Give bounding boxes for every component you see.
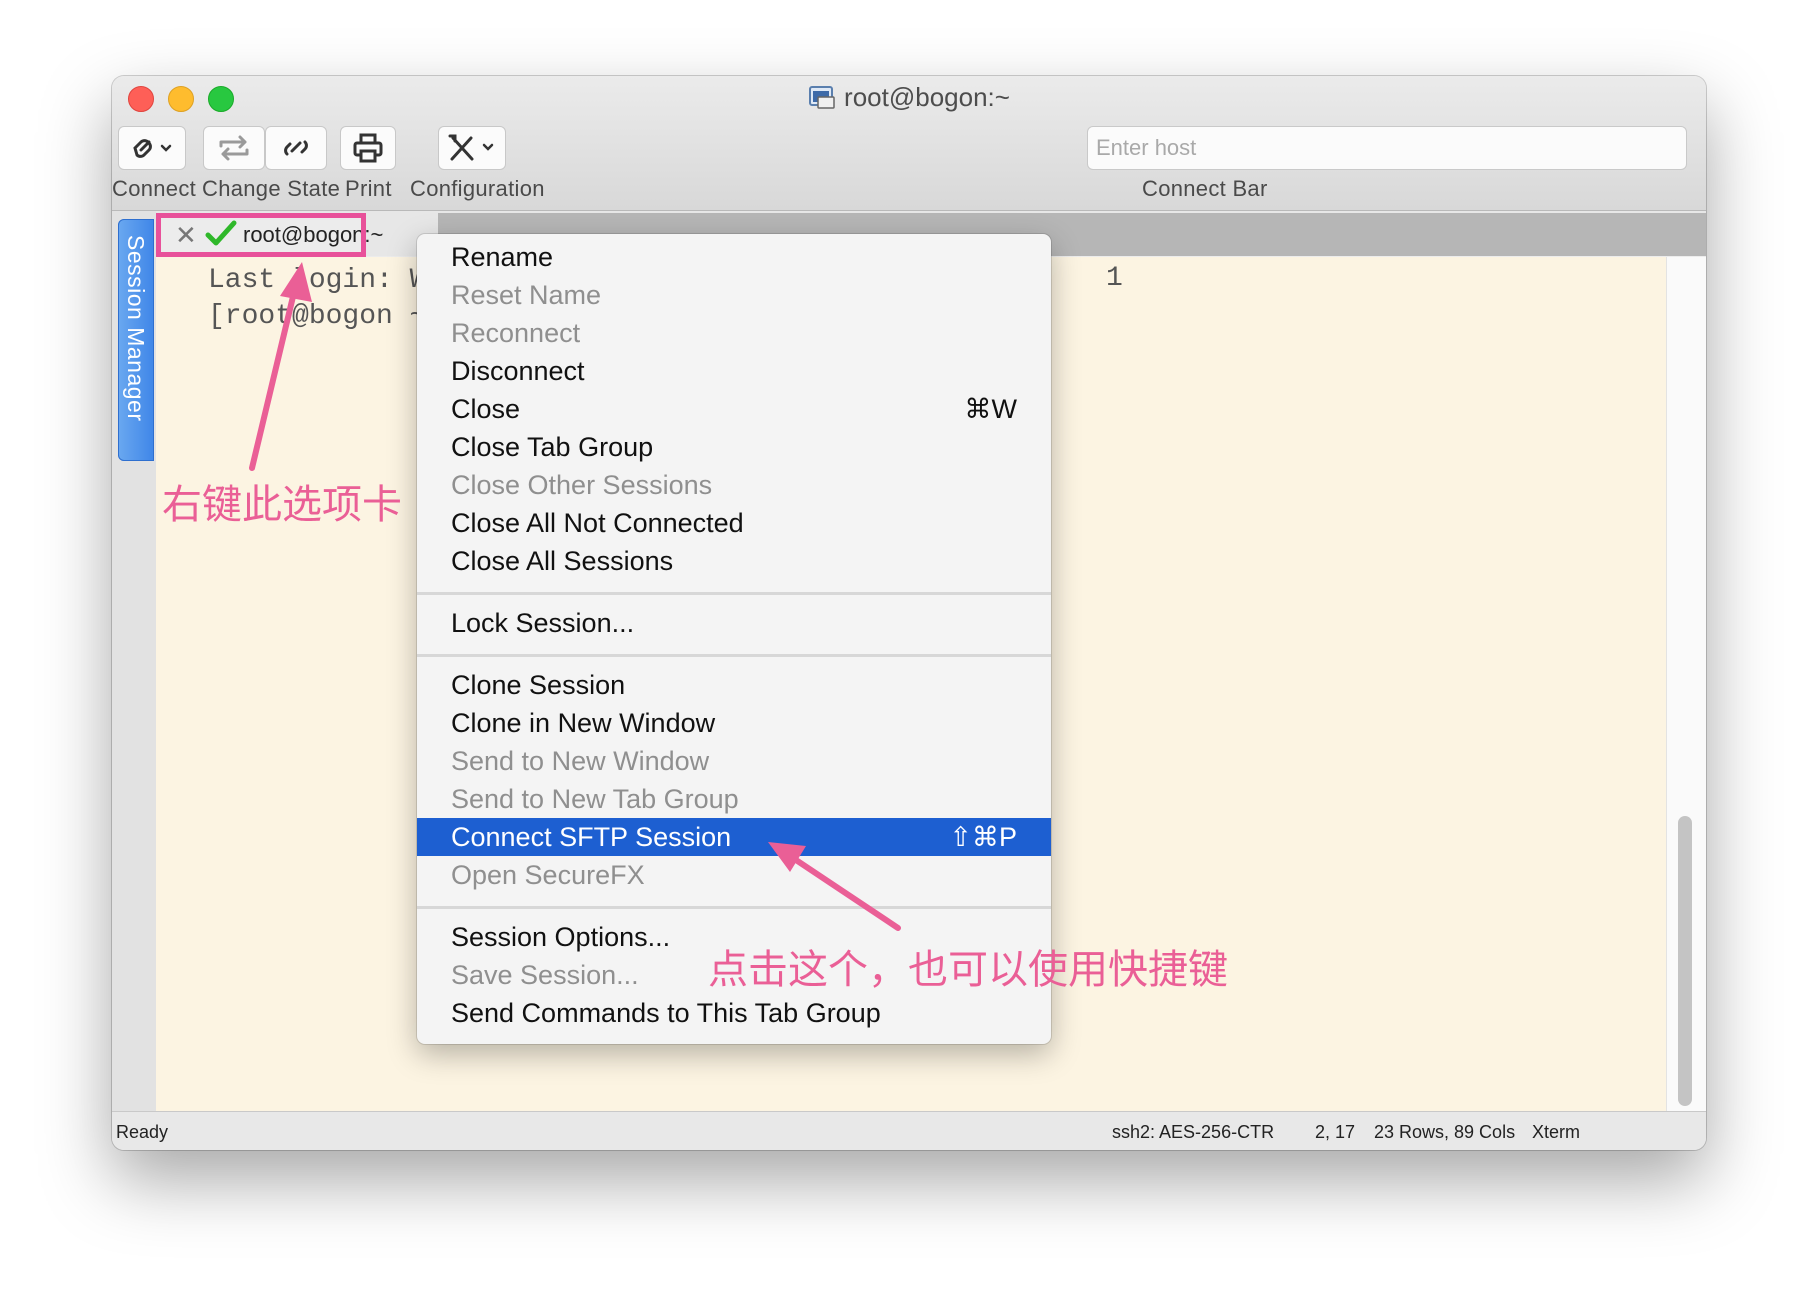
status-size: 23 Rows, 89 Cols bbox=[1374, 1122, 1516, 1142]
connect-button[interactable] bbox=[118, 126, 186, 170]
window-title: root@bogon:~ bbox=[112, 82, 1706, 113]
menu-item-close-all-not-connected[interactable]: Close All Not Connected bbox=[417, 504, 1051, 542]
connected-check-icon bbox=[205, 220, 237, 246]
window-title-text: root@bogon:~ bbox=[844, 82, 1010, 112]
change-state-button[interactable] bbox=[203, 126, 265, 170]
menu-item-rename[interactable]: Rename bbox=[417, 238, 1051, 276]
menu-shortcut-sftp: ⇧⌘P bbox=[949, 822, 1017, 852]
status-cipher: ssh2: AES-256-CTR bbox=[1112, 1122, 1275, 1142]
annotation-right-click-tab: 右键此选项卡 bbox=[162, 482, 402, 528]
menu-item-disconnect[interactable]: Disconnect bbox=[417, 352, 1051, 390]
connect-bar-label: Connect Bar bbox=[1142, 176, 1268, 201]
menu-separator bbox=[417, 906, 1051, 909]
status-text: Ready bbox=[116, 1122, 169, 1142]
print-icon bbox=[353, 133, 383, 163]
menu-item-send-to-new-tab-group: Send to New Tab Group bbox=[451, 784, 739, 814]
menu-item-close-tab-group[interactable]: Close Tab Group bbox=[417, 428, 1051, 466]
menu-item-clone-in-new-window[interactable]: Clone in New Window bbox=[417, 704, 1051, 742]
configuration-button[interactable] bbox=[438, 126, 506, 170]
host-input[interactable] bbox=[1087, 126, 1687, 170]
menu-item-close-all-sessions[interactable]: Close All Sessions bbox=[417, 542, 1051, 580]
menu-item-reconnect: Reconnect bbox=[451, 318, 581, 348]
terminal-line-1-tail: 1 bbox=[1106, 263, 1123, 294]
reconnect-link-icon bbox=[284, 140, 308, 156]
connect-link-icon bbox=[133, 139, 172, 158]
close-tab-icon[interactable]: ✕ bbox=[175, 220, 197, 251]
status-cursor: 2, 17 bbox=[1315, 1122, 1356, 1142]
session-tab-label: root@bogon:~ bbox=[243, 222, 384, 247]
menu-item-open-securefx: Open SecureFX bbox=[451, 860, 645, 890]
menu-item-lock-session[interactable]: Lock Session... bbox=[417, 604, 1051, 642]
menu-item-close[interactable]: Close ⌘W bbox=[417, 390, 1051, 428]
menu-separator bbox=[417, 654, 1051, 657]
print-label: Print bbox=[345, 176, 392, 201]
menu-item-connect-sftp-session[interactable]: Connect SFTP Session ⇧⌘P bbox=[417, 818, 1051, 856]
menu-separator bbox=[417, 592, 1051, 595]
status-bar: Ready ssh2: AES-256-CTR 2, 17 23 Rows, 8… bbox=[112, 1111, 1706, 1150]
print-button[interactable] bbox=[340, 126, 396, 170]
session-manager-tab[interactable]: Session Manager bbox=[118, 219, 154, 461]
reconnect-button[interactable] bbox=[265, 126, 327, 170]
configuration-tools-icon bbox=[448, 134, 494, 161]
connect-label: Connect bbox=[112, 176, 197, 201]
terminal-scroll-thumb[interactable] bbox=[1678, 816, 1692, 1106]
menu-item-reset-name: Reset Name bbox=[451, 280, 602, 310]
annotation-click-sftp: 点击这个，也可以使用快捷键 bbox=[708, 947, 1228, 993]
session-manager-label: Session Manager bbox=[123, 235, 149, 422]
title-bar: root@bogon:~ Connect Change State Print … bbox=[112, 76, 1706, 211]
change-state-label: Change State bbox=[202, 176, 341, 201]
configuration-label: Configuration bbox=[410, 176, 545, 201]
menu-item-send-to-new-window: Send to New Window bbox=[451, 746, 710, 776]
change-state-icon bbox=[219, 135, 249, 161]
menu-item-send-commands-to-tab-group[interactable]: Send Commands to This Tab Group bbox=[417, 994, 1051, 1032]
menu-item-close-other-sessions: Close Other Sessions bbox=[451, 470, 713, 500]
menu-shortcut-close: ⌘W bbox=[964, 394, 1017, 424]
tab-context-menu: Rename Reset Name Reconnect Disconnect C… bbox=[417, 234, 1051, 1044]
status-terminal-type: Xterm bbox=[1532, 1122, 1581, 1142]
terminal-app-icon bbox=[809, 86, 835, 109]
session-tab[interactable]: ✕ root@bogon:~ bbox=[160, 213, 383, 256]
menu-item-clone-session[interactable]: Clone Session bbox=[417, 666, 1051, 704]
